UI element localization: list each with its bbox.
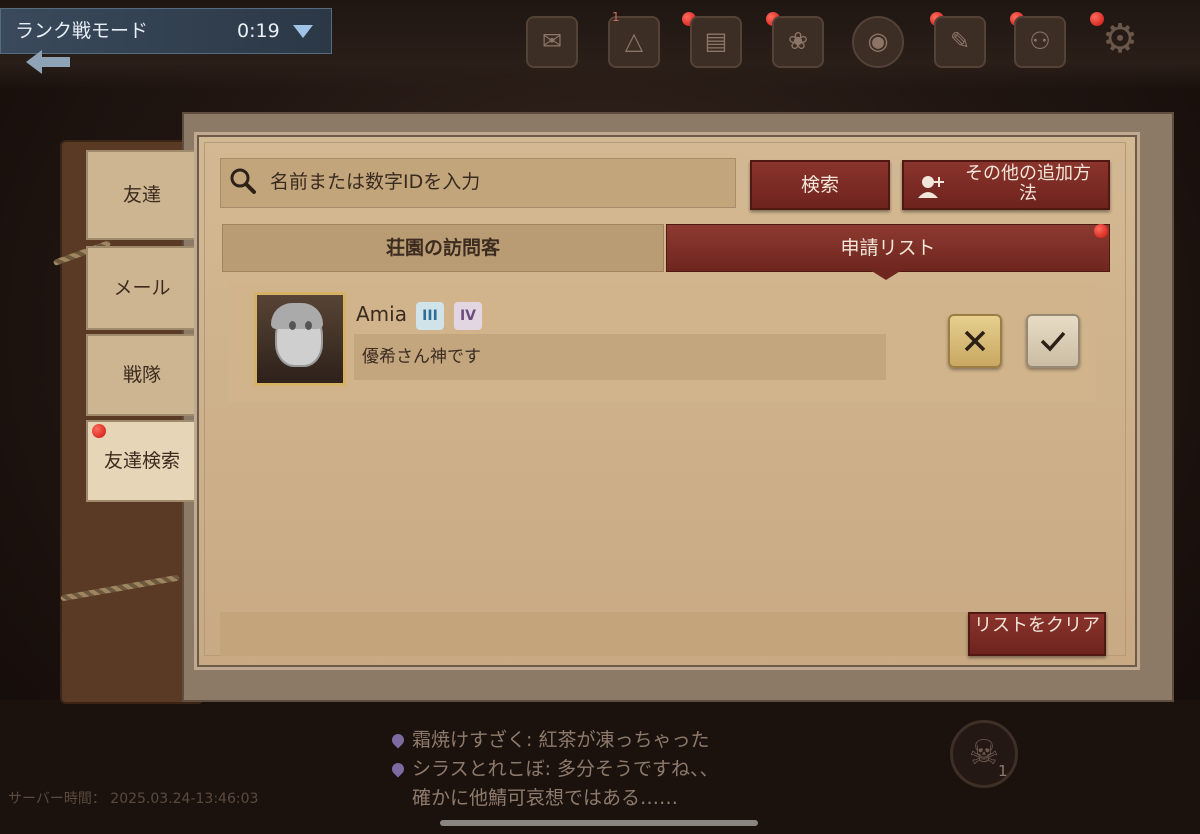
chat-line: 確かに他鯖可哀想ではある…… <box>392 784 719 813</box>
add-friend-icon <box>918 176 944 198</box>
tab-label: 申請リスト <box>840 237 936 259</box>
check-icon <box>1040 331 1066 352</box>
tab-label: 荘園の訪問客 <box>385 237 500 259</box>
search-button-label: 検索 <box>800 174 839 196</box>
server-time: サーバー時間： 2025.03.24-13:46:03 <box>8 791 259 807</box>
dropdown-arrow-icon[interactable] <box>293 25 313 38</box>
side-tab-label: 友達検索 <box>103 450 180 472</box>
search-input[interactable]: 名前または数字IDを入力 <box>270 158 720 206</box>
friends-icon[interactable]: ⚇ <box>1014 16 1066 68</box>
chat-text: シラスとれこぼ: 多分そうですね、、 <box>412 758 719 780</box>
search-button[interactable]: 検索 <box>750 160 890 210</box>
reject-button[interactable] <box>948 314 1002 368</box>
side-tab-squad[interactable]: 戦隊 <box>86 334 196 416</box>
side-tab-label: メール <box>113 277 171 299</box>
avatar-eye <box>305 321 312 330</box>
badge-level: IV <box>459 308 477 324</box>
active-tab-indicator <box>870 270 902 280</box>
alert-badge-count: 1 <box>612 10 620 24</box>
notebook-icon[interactable]: ✎ <box>934 16 986 68</box>
side-tab-label: 戦隊 <box>122 364 161 386</box>
notification-dot <box>92 424 106 438</box>
badge-level: III <box>422 308 438 324</box>
avatar-eye <box>289 321 296 330</box>
avatar-hair <box>271 303 323 329</box>
notification-dot <box>1094 224 1108 238</box>
survivor-rank-badge: III <box>416 302 444 330</box>
location-pin-icon <box>389 731 407 749</box>
side-tab-label: 友達 <box>122 184 161 206</box>
chat-feed: 霜焼けすざく: 紅茶が凍っちゃった シラスとれこぼ: 多分そうですね、、 確かに… <box>389 726 719 813</box>
clear-list-label: リストをクリア <box>974 615 1100 636</box>
location-pin-icon <box>389 760 407 778</box>
hunter-rank-badge: IV <box>454 302 482 330</box>
queue-timer: 0:19 <box>237 20 280 42</box>
request-message: 優希さん神です <box>354 334 886 380</box>
back-icon[interactable] <box>26 50 70 74</box>
other-add-methods-button[interactable]: その他の追加方法 <box>902 160 1110 210</box>
rank-mode-bar[interactable]: ランク戦モード 0:19 <box>0 8 332 54</box>
portrait-icon[interactable]: ◉ <box>852 16 904 68</box>
request-username: Amia <box>356 302 407 326</box>
settings-icon[interactable]: ⚙ <box>1096 16 1144 64</box>
close-icon <box>964 330 986 352</box>
chat-line: 霜焼けすざく: 紅茶が凍っちゃった <box>389 726 719 755</box>
mail-icon[interactable]: ✉ <box>526 16 578 68</box>
accept-button[interactable] <box>1026 314 1080 368</box>
gallery-icon[interactable]: ❀ <box>772 16 824 68</box>
film-icon[interactable]: ▤ <box>690 16 742 68</box>
tab-request-list[interactable]: 申請リスト <box>666 224 1110 272</box>
side-tab-mail[interactable]: メール <box>86 246 196 330</box>
chat-line: シラスとれこぼ: 多分そうですね、、 <box>389 755 719 784</box>
skull-count: 1 <box>998 762 1008 780</box>
search-icon <box>230 168 256 194</box>
skull-icon[interactable]: ☠ <box>950 720 1018 788</box>
clear-list-button[interactable]: リストをクリア <box>968 612 1106 656</box>
chat-text: 霜焼けすざく: 紅茶が凍っちゃった <box>412 729 710 751</box>
side-tab-friends[interactable]: 友達 <box>86 150 196 240</box>
other-add-methods-label: その他の追加方法 <box>965 163 1091 204</box>
chat-text: 確かに他鯖可哀想ではある…… <box>412 787 679 809</box>
home-indicator[interactable] <box>440 820 758 826</box>
tab-manor-visitors[interactable]: 荘園の訪問客 <box>222 224 664 272</box>
avatar[interactable] <box>254 292 346 386</box>
mode-label: ランク戦モード <box>15 20 149 42</box>
